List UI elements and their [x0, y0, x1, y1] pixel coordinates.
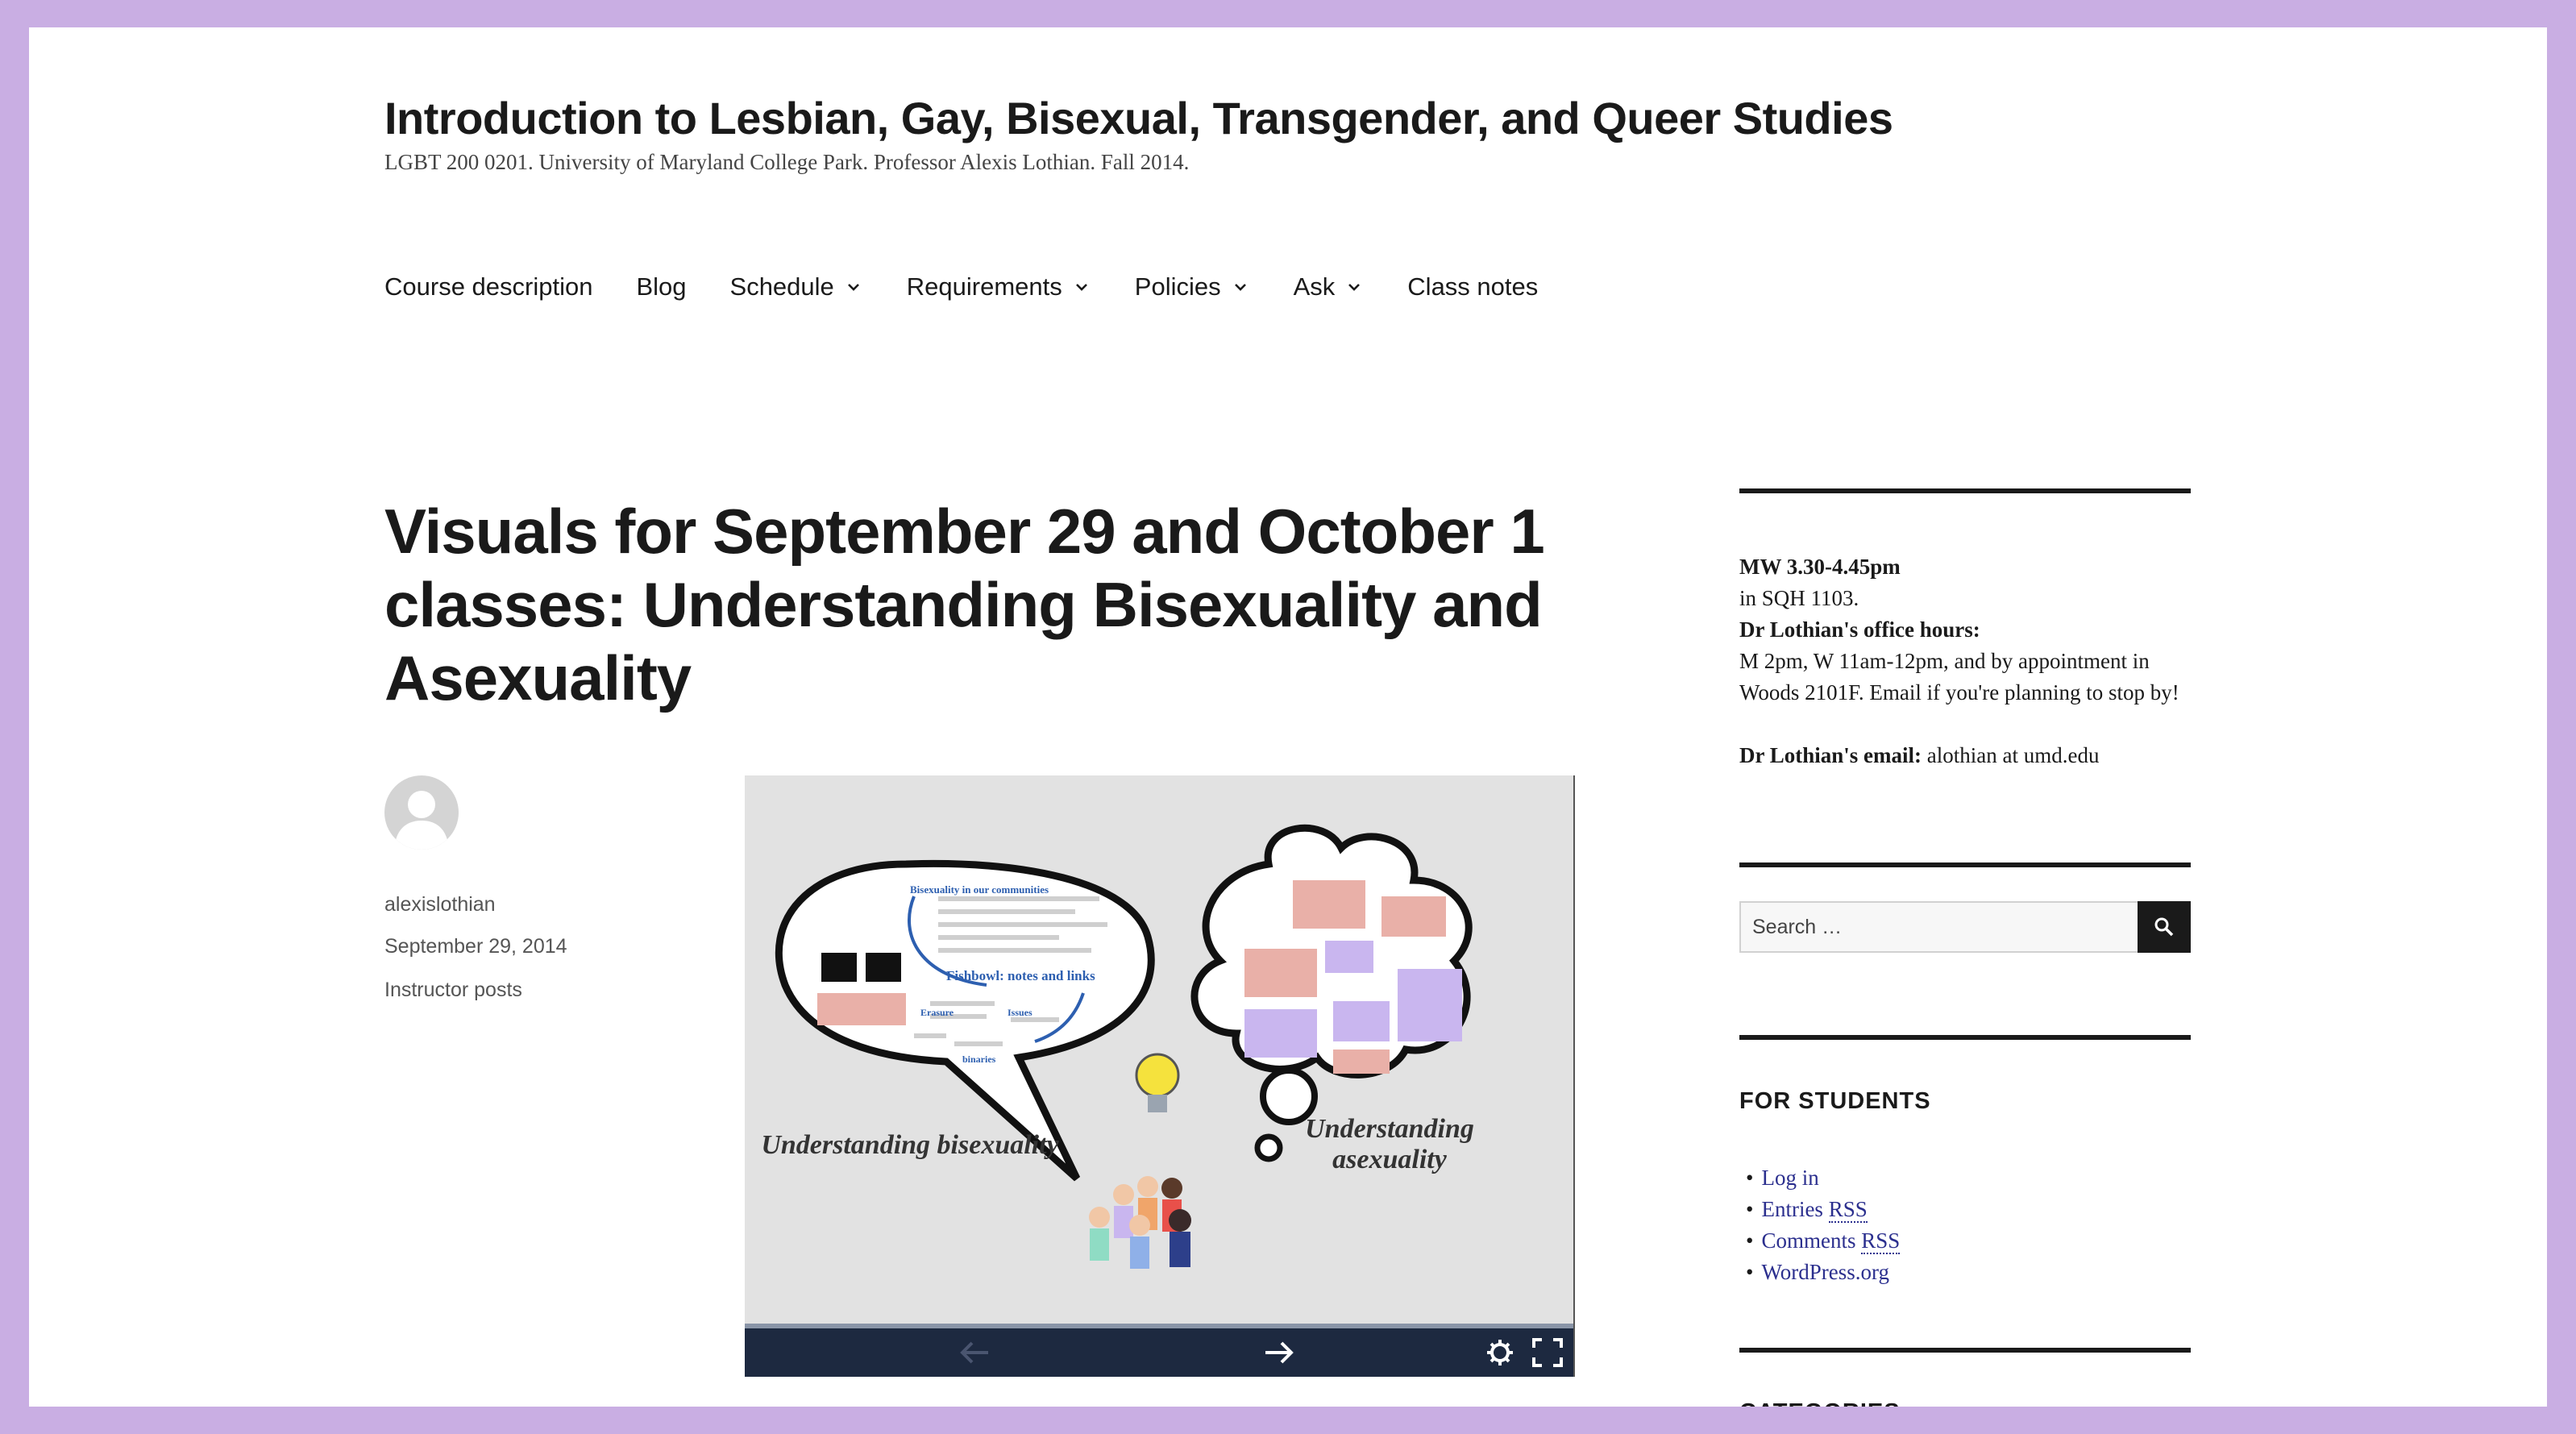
for-students-title: FOR STUDENTS [1739, 1088, 1931, 1114]
class-room: in SQH 1103. [1739, 586, 1859, 610]
entry-author[interactable]: alexislothian [384, 893, 496, 917]
widget-divider [1739, 1035, 2191, 1040]
class-time: MW 3.30-4.45pm [1739, 555, 1901, 579]
bubble-word-issues: Issues [1008, 1007, 1032, 1018]
nav-class-notes[interactable]: Class notes [1407, 272, 1538, 301]
nav-label: Requirements [906, 272, 1062, 301]
comments-rss-link[interactable]: Comments RSS [1761, 1228, 1901, 1254]
nav-schedule[interactable]: Schedule [730, 272, 863, 301]
categories-title: CATEGORIES [1739, 1399, 1901, 1407]
entry-category[interactable]: Instructor posts [384, 979, 522, 1002]
nav-label: Class notes [1407, 272, 1539, 301]
chevron-down-icon [847, 284, 859, 291]
email-text: alothian at umd.edu [1922, 743, 2100, 767]
nav-blog[interactable]: Blog [636, 272, 686, 301]
fullscreen-icon[interactable] [1531, 1336, 1564, 1369]
office-hours-text: M 2pm, W 11am-12pm, and by appointment i… [1739, 649, 2179, 705]
entry-title[interactable]: Visuals for September 29 and October 1 c… [384, 495, 1626, 715]
entries-rss-link[interactable]: Entries RSS [1761, 1197, 1868, 1223]
nav-label: Policies [1134, 272, 1221, 301]
nav-policies[interactable]: Policies [1135, 272, 1250, 301]
caption-asexuality: Understanding asexuality [1305, 1114, 1474, 1174]
list-item: • WordPress.org [1746, 1260, 1890, 1284]
log-in-link[interactable]: Log in [1761, 1166, 1818, 1190]
bubble-heading: Bisexuality in our communities [910, 883, 1049, 896]
search-icon [2154, 917, 2174, 937]
chevron-down-icon [1234, 284, 1246, 291]
rss-abbr: RSS [1828, 1197, 1868, 1223]
arrow-left-icon[interactable] [956, 1336, 993, 1369]
search-input[interactable] [1739, 901, 2138, 953]
for-students-list: • Log in • Entries RSS • Comments RSS • Word… [1739, 1162, 1901, 1288]
nav-label: Ask [1293, 272, 1336, 301]
wordpress-link[interactable]: WordPress.org [1761, 1260, 1889, 1284]
nav-requirements[interactable]: Requirements [907, 272, 1091, 301]
list-item: • Entries RSS [1746, 1197, 1868, 1223]
widget-divider [1739, 488, 2191, 493]
bubble-word-erasure: Erasure [920, 1007, 954, 1018]
caption-bisexuality: Understanding bisexuality [761, 1130, 1059, 1160]
nav-label: Blog [636, 272, 687, 301]
search-form [1739, 901, 2191, 953]
embedded-presentation[interactable]: Bisexuality in our communities Fishbowl:… [745, 775, 1575, 1377]
chevron-down-icon [1075, 284, 1087, 291]
search-button[interactable] [2138, 901, 2191, 953]
site-description: LGBT 200 0201. University of Maryland Co… [384, 150, 1190, 174]
nav-label: Course description [384, 272, 593, 301]
entries-label: Entries [1761, 1197, 1823, 1221]
nav-label: Schedule [729, 272, 834, 301]
presentation-controls [745, 1324, 1573, 1377]
widget-divider [1739, 862, 2191, 867]
widget-divider [1739, 1348, 2191, 1353]
presentation-canvas: Bisexuality in our communities Fishbowl:… [775, 824, 1473, 1269]
email-label: Dr Lothian's email: [1739, 743, 1922, 767]
user-silhouette-icon [394, 791, 449, 850]
office-hours-label: Dr Lothian's office hours: [1739, 617, 1980, 642]
main-navigation: Course description Blog Schedule Require… [384, 272, 1581, 301]
chevron-down-icon [1348, 284, 1361, 291]
rss-abbr: RSS [1861, 1228, 1901, 1254]
course-hours-widget: MW 3.30-4.45pm in SQH 1103. Dr Lothian's… [1739, 551, 2191, 771]
nav-ask[interactable]: Ask [1294, 272, 1365, 301]
bubble-word-binaries: binaries [962, 1054, 996, 1065]
site-title[interactable]: Introduction to Lesbian, Gay, Bisexual, … [384, 92, 1893, 144]
settings-gear-icon[interactable] [1483, 1336, 1517, 1369]
nav-course-description[interactable]: Course description [384, 272, 592, 301]
list-item: • Log in [1746, 1166, 1819, 1190]
list-item: • Comments RSS [1746, 1228, 1901, 1254]
entry-date[interactable]: September 29, 2014 [384, 935, 567, 958]
page: Introduction to Lesbian, Gay, Bisexual, … [29, 27, 2547, 1407]
bubble-fishbowl: Fishbowl: notes and links [946, 968, 1095, 983]
avatar[interactable] [384, 775, 459, 850]
arrow-right-icon[interactable] [1261, 1336, 1298, 1369]
comments-label: Comments [1761, 1228, 1856, 1253]
